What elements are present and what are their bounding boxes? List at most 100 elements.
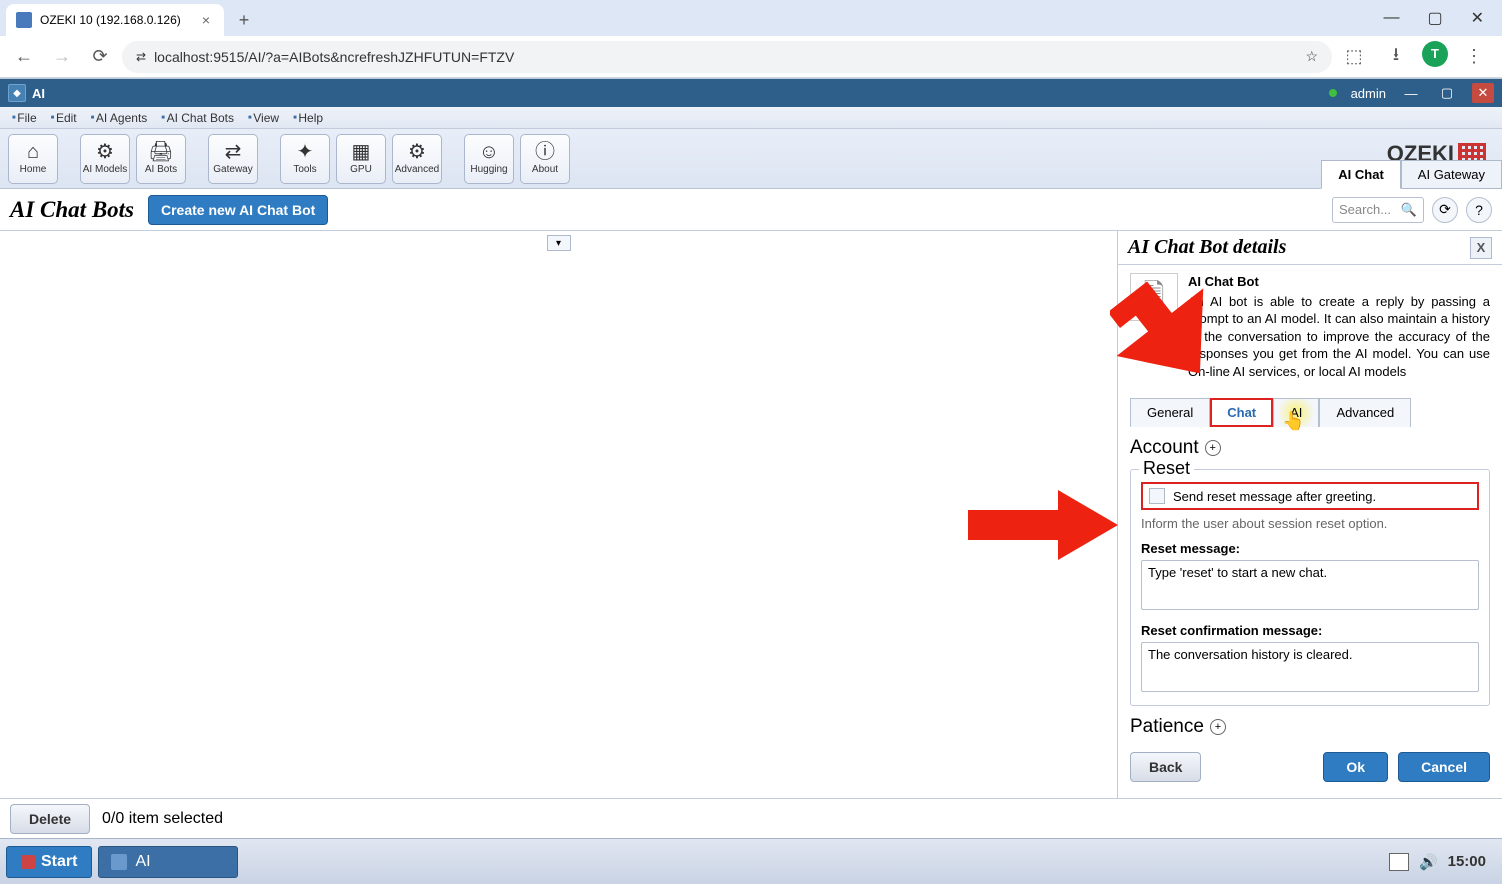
new-tab-button[interactable]: + — [230, 6, 258, 34]
browser-tab[interactable]: OZEKI 10 (192.168.0.126) × — [6, 4, 224, 36]
hugging-icon: ☺ — [479, 142, 499, 162]
create-chat-bot-button[interactable]: Create new AI Chat Bot — [148, 195, 328, 225]
tab-chat[interactable]: Chat — [1210, 398, 1273, 427]
chat-bot-icon: 🗎 — [1130, 273, 1178, 321]
app-user[interactable]: admin — [1351, 86, 1386, 101]
favicon-icon — [16, 12, 32, 28]
back-button[interactable]: Back — [1130, 752, 1201, 782]
advanced-icon: ⚙ — [408, 142, 426, 162]
browser-chrome: OZEKI 10 (192.168.0.126) × + — ▢ ✕ ← → ⟳… — [0, 0, 1502, 79]
app-minimize-icon[interactable]: — — [1400, 83, 1422, 103]
window-maximize-icon[interactable]: ▢ — [1427, 8, 1442, 28]
reset-confirm-label: Reset confirmation message: — [1141, 623, 1479, 638]
section-patience[interactable]: Patience + — [1130, 716, 1490, 738]
toolbar-ai-models[interactable]: ⚙AI Models — [80, 134, 130, 184]
menu-view[interactable]: View — [242, 109, 285, 127]
toolbar-hugging[interactable]: ☺Hugging — [464, 134, 514, 184]
cursor-pointer-icon: 👆 — [1282, 411, 1304, 432]
close-details-button[interactable]: X — [1470, 237, 1492, 259]
taskbar-ai-item[interactable]: AI — [98, 846, 238, 878]
section-account[interactable]: Account + — [1130, 437, 1490, 459]
app-icon: ◆ — [8, 84, 26, 102]
start-button[interactable]: Start — [6, 846, 92, 878]
extensions-icon[interactable]: ⬚ — [1338, 41, 1370, 73]
reset-confirm-input[interactable]: The conversation history is cleared. — [1141, 642, 1479, 692]
tab-ai-chat[interactable]: AI Chat — [1321, 160, 1401, 189]
app-maximize-icon[interactable]: ▢ — [1436, 83, 1458, 103]
expand-icon[interactable]: + — [1210, 719, 1226, 735]
site-info-icon[interactable]: ⇄ — [136, 50, 146, 64]
menu-bar: File Edit AI Agents AI Chat Bots View He… — [0, 107, 1502, 129]
search-input[interactable]: Search... 🔍 — [1332, 197, 1424, 223]
profile-avatar[interactable]: T — [1422, 41, 1448, 67]
app-close-icon[interactable]: ✕ — [1472, 83, 1494, 103]
details-title: AI Chat Bot details — [1128, 236, 1470, 259]
tray-clock: 15:00 — [1448, 853, 1486, 870]
address-bar[interactable]: ⇄ localhost:9515/AI/?a=AIBots&ncrefreshJ… — [122, 41, 1332, 73]
toolbar-gpu[interactable]: ▦GPU — [336, 134, 386, 184]
taskbar: Start AI 🔊 15:00 — [0, 838, 1502, 884]
downloads-icon[interactable]: ⭳ — [1380, 41, 1412, 73]
menu-ai-chat-bots[interactable]: AI Chat Bots — [155, 109, 240, 127]
delete-button[interactable]: Delete — [10, 804, 90, 834]
details-description: An AI bot is able to create a reply by p… — [1188, 293, 1490, 381]
page-header: AI Chat Bots Create new AI Chat Bot Sear… — [0, 189, 1502, 231]
toolbar-ai-bots[interactable]: 🖨AI Bots — [136, 134, 186, 184]
toolbar-tools[interactable]: ✦Tools — [280, 134, 330, 184]
toolbar-gateway[interactable]: ⇄Gateway — [208, 134, 258, 184]
gear-icon: ⚙ — [96, 142, 114, 162]
gpu-icon: ▦ — [352, 142, 371, 162]
send-reset-checkbox[interactable] — [1149, 488, 1165, 504]
window-close-icon[interactable]: ✕ — [1471, 8, 1484, 28]
page-title: AI Chat Bots — [10, 197, 134, 223]
bookmark-icon[interactable]: ☆ — [1305, 48, 1318, 65]
ok-button[interactable]: Ok — [1323, 752, 1388, 782]
tools-icon: ✦ — [297, 142, 314, 162]
list-footer: Delete 0/0 item selected — [0, 798, 1502, 838]
ai-task-icon — [111, 854, 127, 870]
tray-sound-icon[interactable]: 🔊 — [1419, 853, 1438, 871]
tab-advanced[interactable]: Advanced — [1319, 398, 1411, 427]
browser-menu-icon[interactable]: ⋮ — [1458, 41, 1490, 73]
selection-status: 0/0 item selected — [102, 810, 223, 828]
start-icon — [21, 855, 35, 869]
tab-general[interactable]: General — [1130, 398, 1210, 427]
cancel-button[interactable]: Cancel — [1398, 752, 1490, 782]
help-button[interactable]: ? — [1466, 197, 1492, 223]
menu-file[interactable]: File — [6, 109, 43, 127]
app-title-bar: ◆ AI admin — ▢ ✕ — [0, 79, 1502, 107]
reset-legend: Reset — [1139, 458, 1194, 479]
toolbar: ⌂Home ⚙AI Models 🖨AI Bots ⇄Gateway ✦Tool… — [0, 129, 1502, 189]
nav-reload-button[interactable]: ⟳ — [84, 41, 116, 73]
tray-keyboard-icon[interactable] — [1389, 853, 1409, 871]
window-minimize-icon[interactable]: — — [1383, 9, 1399, 27]
url-text: localhost:9515/AI/?a=AIBots&ncrefreshJZH… — [154, 49, 514, 65]
toolbar-home[interactable]: ⌂Home — [8, 134, 58, 184]
home-icon: ⌂ — [27, 142, 39, 162]
status-online-icon — [1329, 89, 1337, 97]
menu-edit[interactable]: Edit — [45, 109, 83, 127]
toolbar-about[interactable]: ⓘAbout — [520, 134, 570, 184]
refresh-button[interactable]: ⟳ — [1432, 197, 1458, 223]
bot-icon: 🖨 — [148, 142, 173, 162]
search-icon[interactable]: 🔍 — [1401, 202, 1417, 218]
list-dropdown[interactable]: ▾ — [547, 235, 571, 251]
gateway-icon: ⇄ — [225, 142, 242, 162]
tab-ai[interactable]: AI 👆 — [1273, 398, 1319, 427]
toolbar-advanced[interactable]: ⚙Advanced — [392, 134, 442, 184]
nav-back-button[interactable]: ← — [8, 41, 40, 73]
menu-help[interactable]: Help — [287, 109, 329, 127]
tab-ai-gateway[interactable]: AI Gateway — [1401, 160, 1502, 189]
app-title: AI — [32, 86, 45, 101]
details-heading: AI Chat Bot — [1188, 273, 1490, 291]
close-tab-icon[interactable]: × — [198, 12, 214, 28]
reset-message-label: Reset message: — [1141, 541, 1479, 556]
expand-icon[interactable]: + — [1205, 440, 1221, 456]
menu-ai-agents[interactable]: AI Agents — [85, 109, 154, 127]
tab-title: OZEKI 10 (192.168.0.126) — [40, 13, 190, 27]
reset-message-input[interactable]: Type 'reset' to start a new chat. — [1141, 560, 1479, 610]
info-icon: ⓘ — [535, 142, 555, 162]
send-reset-label: Send reset message after greeting. — [1173, 489, 1376, 504]
chat-bot-list: ▾ — [0, 231, 1118, 801]
nav-forward-button[interactable]: → — [46, 41, 78, 73]
